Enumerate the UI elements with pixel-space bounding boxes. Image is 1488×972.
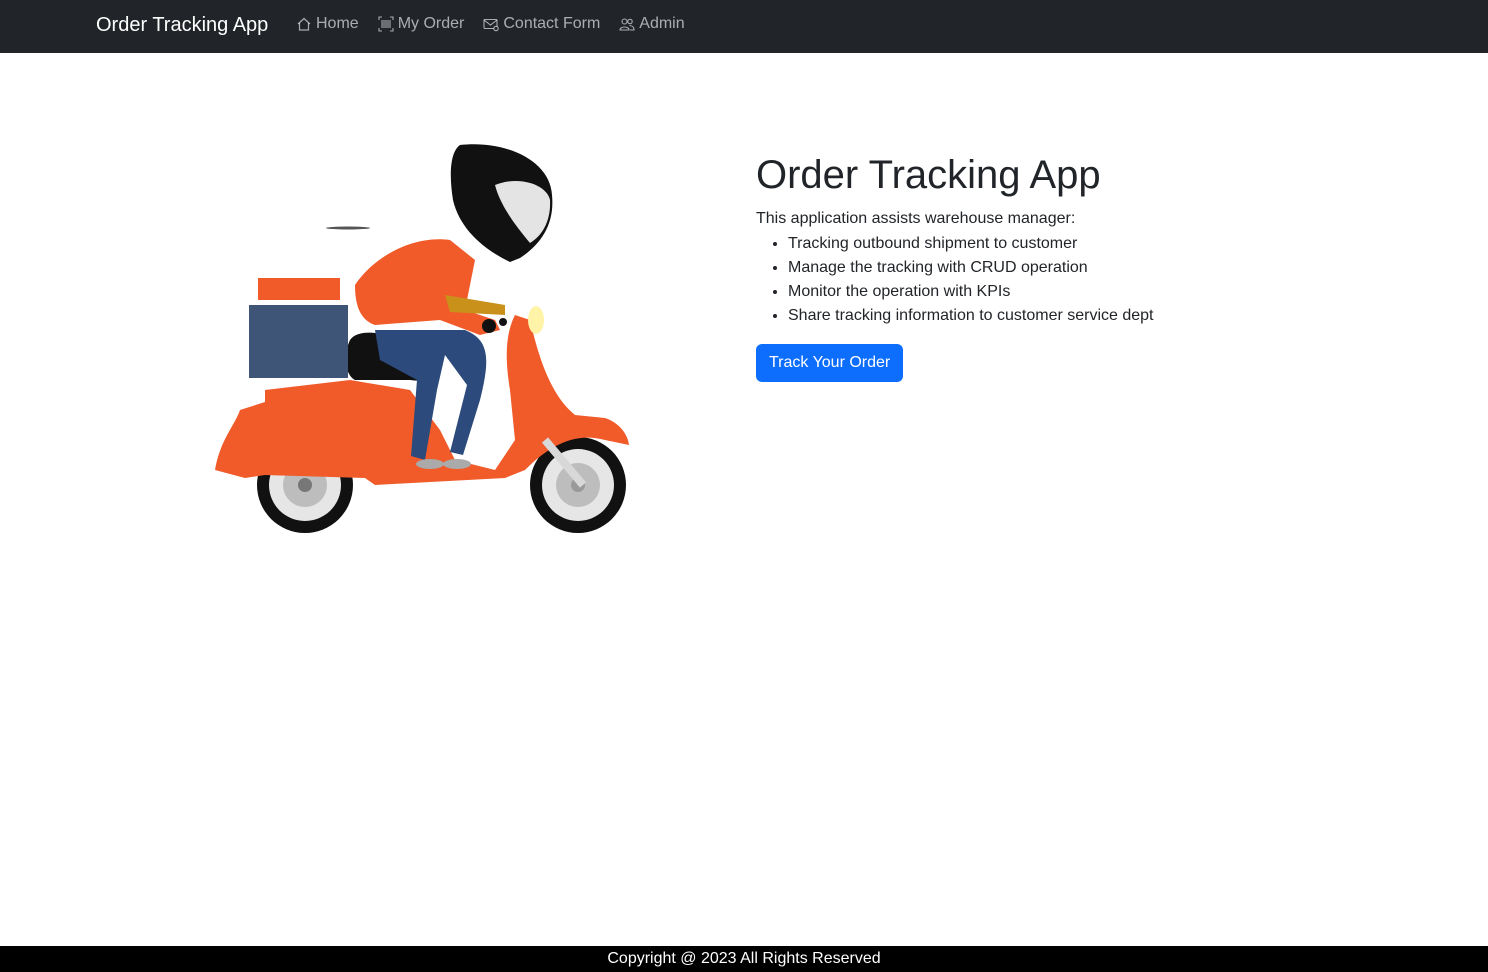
- nav-home-link[interactable]: Home: [296, 14, 359, 34]
- feature-item: Tracking outbound shipment to customer: [788, 232, 1356, 256]
- page-title: Order Tracking App: [756, 153, 1101, 197]
- people-icon: [619, 18, 635, 31]
- copyright-text: Copyright @ 2023 All Rights Reserved: [607, 950, 881, 967]
- nav-home-label: Home: [316, 15, 359, 32]
- top-navbar: Order Tracking App Home My Order Contact…: [0, 0, 1488, 53]
- nav-contact-form-label: Contact Form: [503, 15, 601, 32]
- nav-my-order-label: My Order: [397, 15, 465, 32]
- feature-list: Tracking outbound shipment to customer M…: [756, 232, 1356, 328]
- feature-item: Manage the tracking with CRUD operation: [788, 256, 1356, 280]
- delivery-scooter-illustration: [215, 144, 629, 533]
- barcode-icon: [378, 16, 394, 32]
- brand-link[interactable]: Order Tracking App: [96, 12, 268, 38]
- home-icon: [297, 17, 311, 31]
- feature-item: Monitor the operation with KPIs: [788, 280, 1356, 304]
- nav-links: Home My Order Contact Form Admin: [296, 14, 704, 34]
- nav-contact-form-link[interactable]: Contact Form: [483, 14, 600, 34]
- track-order-button[interactable]: Track Your Order: [756, 344, 904, 382]
- nav-my-order-link[interactable]: My Order: [378, 14, 465, 34]
- feature-item: Share tracking information to customer s…: [788, 304, 1356, 328]
- footer: Copyright @ 2023 All Rights Reserved: [0, 946, 1488, 972]
- nav-admin-label: Admin: [639, 15, 685, 32]
- hero-content: Order Tracking App This application assi…: [756, 150, 1356, 382]
- envelope-icon: [483, 18, 500, 32]
- nav-admin-link[interactable]: Admin: [619, 14, 685, 34]
- intro-text: This application assists warehouse manag…: [756, 210, 1076, 227]
